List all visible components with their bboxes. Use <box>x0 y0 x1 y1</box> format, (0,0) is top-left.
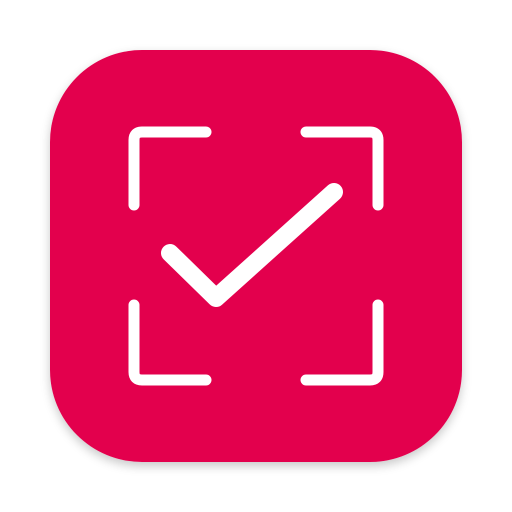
app-icon[interactable] <box>50 50 462 462</box>
app-icon-graphic <box>50 50 462 462</box>
canvas <box>0 0 512 512</box>
